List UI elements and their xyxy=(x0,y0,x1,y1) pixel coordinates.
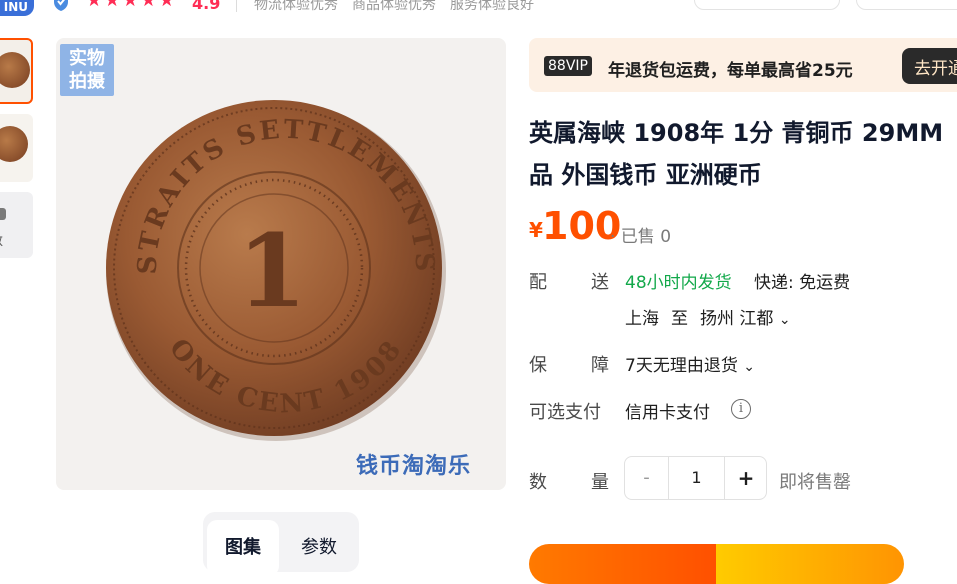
stock-status: 即将售罄 xyxy=(779,472,851,493)
star-icon: ★ xyxy=(122,0,139,11)
shop-watermark: 钱币淘淘乐 xyxy=(356,454,472,479)
coin-denomination: 1 xyxy=(237,212,307,330)
vip-open-button[interactable]: 去开通 xyxy=(902,48,957,84)
star-icon: ★ xyxy=(104,0,121,11)
rating-score: 4.9 xyxy=(192,0,221,13)
guarantee-label: 保障 xyxy=(529,355,609,376)
coin-image: STRAITS SETTLEMENTS ONE CENT 1908 1 xyxy=(106,100,446,441)
ship-destination[interactable]: 扬州 江都 ⌄ xyxy=(700,304,791,329)
payment-method: 信用卡支付 xyxy=(625,403,710,423)
service-tags: 物流体验优秀 商品体验优秀 服务体验良好 xyxy=(254,0,534,14)
shipping-time: 48小时内发货 xyxy=(625,273,732,293)
vip-badge: 88VIP xyxy=(544,56,592,76)
vip-banner: 88VIP 年退货包运费，每单最高省25元 去开通 xyxy=(529,38,957,92)
star-icon: ★ xyxy=(140,0,157,11)
rating-stars: ★ ★ ★ ★ ★ xyxy=(86,0,175,10)
tab-gallery[interactable]: 图集 xyxy=(207,520,279,576)
stamp-text: 实物 xyxy=(69,48,105,69)
shipping-route[interactable]: 上海 至 扬州 江都 ⌄ xyxy=(625,304,791,329)
title-line: 英属海峡 1908年 1分 青铜币 29MM xyxy=(529,119,944,147)
add-to-cart-button[interactable] xyxy=(716,544,904,584)
quantity-increase-button[interactable]: + xyxy=(724,457,767,499)
coin-thumbnail-image xyxy=(0,52,30,88)
quantity-label: 数量 xyxy=(529,472,609,493)
service-tag: 商品体验优秀 xyxy=(352,0,436,13)
shipping-fee: 快递: 免运费 xyxy=(754,273,851,293)
real-photo-stamp: 实物 拍摄 xyxy=(60,44,114,96)
purchase-buttons xyxy=(529,544,904,584)
stamp-text: 拍摄 xyxy=(69,71,105,92)
quantity-decrease-button[interactable]: - xyxy=(625,457,669,499)
service-tag: 服务体验良好 xyxy=(450,0,534,13)
sold-count: · 已售 0 xyxy=(610,227,672,247)
params-icon xyxy=(0,208,6,220)
star-icon: ★ xyxy=(86,0,103,11)
quantity-input[interactable]: 1 xyxy=(669,457,724,499)
buy-now-button[interactable] xyxy=(529,544,716,584)
currency-symbol: ¥ xyxy=(529,218,543,242)
shipping-label: 配送 xyxy=(529,272,609,293)
thumbnail-params[interactable]: 数 xyxy=(0,192,33,258)
brand-badge: INU xyxy=(0,0,34,16)
thumbnail-2[interactable] xyxy=(0,114,33,182)
top-button[interactable] xyxy=(856,0,957,10)
star-icon: ★ xyxy=(158,0,175,11)
title-line: 品 外国钱币 亚洲硬币 xyxy=(529,161,762,189)
thumbnail-1[interactable] xyxy=(0,38,33,104)
ship-to-word: 至 xyxy=(671,309,688,329)
chevron-down-icon: ⌄ xyxy=(743,359,755,375)
gallery-tabs: 图集 参数 xyxy=(203,512,359,576)
service-tag: 物流体验优秀 xyxy=(254,0,338,13)
ship-from: 上海 xyxy=(625,309,659,329)
tab-params[interactable]: 参数 xyxy=(283,520,355,576)
divider xyxy=(236,0,237,12)
info-icon[interactable]: i xyxy=(731,399,751,419)
product-title: 英属海峡 1908年 1分 青铜币 29MM 品 外国钱币 亚洲硬币 xyxy=(529,112,957,196)
guarantee-value[interactable]: 7天无理由退货 ⌄ xyxy=(625,351,755,376)
main-product-image[interactable]: STRAITS SETTLEMENTS ONE CENT 1908 1 xyxy=(56,38,506,490)
shield-icon xyxy=(54,0,68,11)
thumbnail-label: 数 xyxy=(0,230,3,249)
quantity-stepper: - 1 + xyxy=(624,456,767,500)
vip-text: 年退货包运费，每单最高省25元 xyxy=(608,61,853,81)
payment-label: 可选支付 xyxy=(529,402,601,423)
top-button[interactable] xyxy=(694,0,840,10)
coin-thumbnail-image xyxy=(0,126,28,162)
chevron-down-icon: ⌄ xyxy=(778,312,791,328)
